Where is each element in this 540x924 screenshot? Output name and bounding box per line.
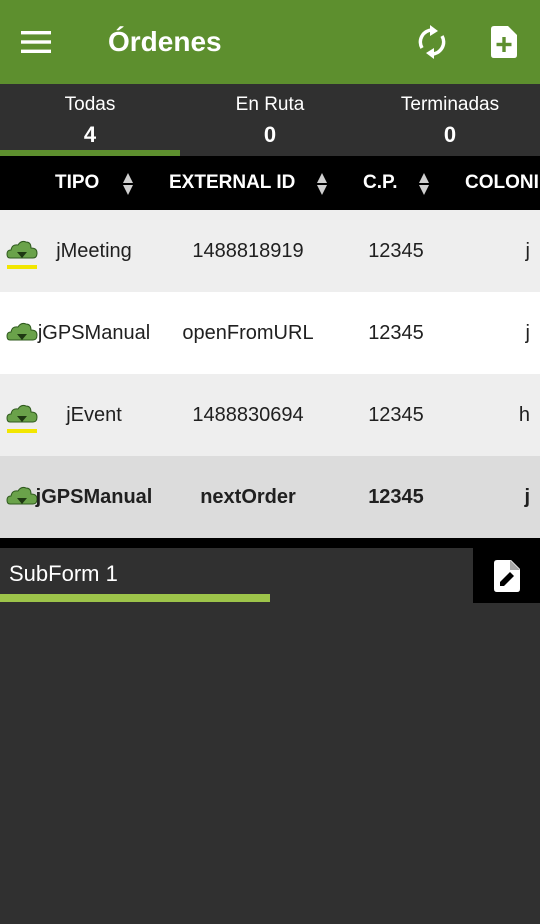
tab-label: Todas <box>64 94 116 115</box>
sort-icon[interactable] <box>316 172 328 196</box>
refresh-icon <box>418 25 446 59</box>
tab-label: En Ruta <box>235 94 305 115</box>
table-row-selected[interactable]: jGPSManual nextOrder 12345 j <box>0 456 540 538</box>
cloud-icon <box>6 486 38 505</box>
menu-button[interactable] <box>14 20 58 64</box>
subform-tabbar: SubForm 1 <box>0 548 540 604</box>
edit-file-icon <box>493 559 520 592</box>
cell-cp: 12345 <box>368 404 424 426</box>
status-tabs: Todas 4 En Ruta 0 Terminadas 0 <box>0 84 540 156</box>
sort-icon[interactable] <box>418 172 430 196</box>
column-header-colonia[interactable]: COLONI <box>465 156 539 210</box>
cell-cp: 12345 <box>368 240 424 262</box>
tab-count: 4 <box>83 122 97 147</box>
column-header-tipo[interactable]: TIPO <box>55 156 99 210</box>
cell-tipo: jEvent <box>66 404 122 426</box>
subform-tab[interactable]: SubForm 1 <box>9 561 118 587</box>
cell-tipo: jGPSManual <box>35 486 153 508</box>
refresh-button[interactable] <box>410 20 454 64</box>
tab-label: Terminadas <box>400 94 500 115</box>
cell-colonia: j <box>525 322 530 344</box>
cell-cp: 12345 <box>368 322 424 344</box>
cell-tipo: jGPSManual <box>37 322 151 344</box>
subform-tab-indicator <box>0 594 270 602</box>
menu-icon <box>21 31 51 53</box>
table-row[interactable]: jMeeting 1488818919 12345 j <box>0 210 540 292</box>
cloud-icon <box>6 240 38 259</box>
cell-tipo: jMeeting <box>56 240 132 262</box>
table-row[interactable]: jEvent 1488830694 12345 h <box>0 374 540 456</box>
sort-icon[interactable] <box>122 172 134 196</box>
add-file-icon <box>491 26 517 58</box>
cloud-icon <box>6 404 38 423</box>
tab-count: 0 <box>443 122 457 147</box>
cloud-icon <box>6 322 38 341</box>
table-row[interactable]: jGPSManual openFromURL 12345 j <box>0 292 540 374</box>
divider <box>0 538 540 548</box>
edit-subform-button[interactable] <box>473 548 540 603</box>
cell-colonia: h <box>518 404 530 426</box>
cell-external-id: 1488830694 <box>192 404 304 426</box>
cell-external-id: openFromURL <box>182 322 314 344</box>
cell-colonia: j <box>525 240 530 262</box>
status-underline <box>7 429 37 433</box>
column-header-external-id[interactable]: EXTERNAL ID <box>169 156 295 210</box>
tab-terminadas[interactable]: Terminadas 0 <box>360 84 540 156</box>
page-title: Órdenes <box>108 26 222 57</box>
add-order-button[interactable] <box>482 20 526 64</box>
cell-external-id: nextOrder <box>200 486 296 508</box>
tab-en-ruta[interactable]: En Ruta 0 <box>180 84 360 156</box>
cell-external-id: 1488818919 <box>192 240 304 262</box>
table-header: TIPO EXTERNAL ID C.P. COLONI <box>0 156 540 210</box>
app-bar: Órdenes <box>0 0 540 84</box>
tab-todas[interactable]: Todas 4 <box>0 84 180 156</box>
tab-count: 0 <box>263 122 277 147</box>
status-underline <box>7 265 37 269</box>
cell-colonia: j <box>524 486 530 508</box>
column-header-cp[interactable]: C.P. <box>363 156 398 210</box>
cell-cp: 12345 <box>368 486 424 508</box>
